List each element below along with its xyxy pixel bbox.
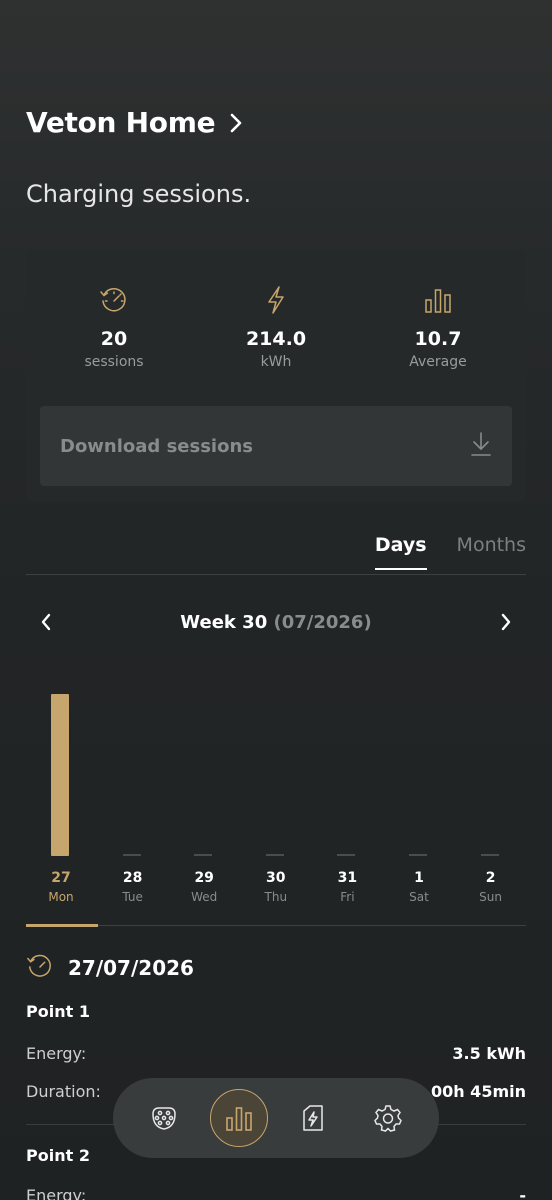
download-sessions-button[interactable]: Download sessions xyxy=(40,406,512,486)
chart-day-column[interactable]: 2 Sun xyxy=(455,660,527,910)
energy-value: - xyxy=(519,1186,526,1200)
history-gauge-icon xyxy=(26,952,54,984)
week-label: Week 30 xyxy=(180,611,268,633)
chart-tick-day-name: Mon xyxy=(48,890,74,904)
previous-week-button[interactable] xyxy=(26,604,66,640)
chart-day-column[interactable]: 31 Fri xyxy=(311,660,383,910)
chart-tick-day-name: Sat xyxy=(409,890,429,904)
chart-tick-day-name: Wed xyxy=(191,890,218,904)
energy-value: 3.5 kWh xyxy=(452,1044,526,1063)
detail-row-energy: Energy: 3.5 kWh xyxy=(26,1044,526,1063)
next-week-button[interactable] xyxy=(486,604,526,640)
chart-tick-day-number: 1 xyxy=(414,870,424,886)
nav-settings[interactable] xyxy=(359,1089,417,1147)
chart-bar-empty xyxy=(194,854,213,856)
session-date-row: 27/07/2026 xyxy=(26,952,194,984)
energy-value: 214.0 xyxy=(245,328,307,350)
chart-tick-day-name: Sun xyxy=(479,890,502,904)
chart-tick-day-name: Tue xyxy=(122,890,143,904)
chart-tick-day-number: 30 xyxy=(266,870,286,886)
bottom-navigation xyxy=(113,1078,439,1158)
stat-energy: 214.0 kWh xyxy=(206,284,346,370)
bar-chart-icon xyxy=(368,284,508,316)
average-value: 10.7 xyxy=(414,328,462,350)
chart-tick-day-number: 27 xyxy=(51,870,71,886)
chart-day-column[interactable]: 29 Wed xyxy=(168,660,240,910)
session-date: 27/07/2026 xyxy=(68,956,194,980)
daily-energy-chart: 27 Mon 28 Tue 29 Wed 30 Thu 31 Fri 1 Sat 2 Sun xyxy=(0,660,552,910)
tabs-divider xyxy=(26,574,526,575)
stats-card: 20 sessions 214.0 kWh 10.7 Average Downl… xyxy=(26,250,526,502)
tab-months[interactable]: Months xyxy=(457,534,526,570)
site-title[interactable]: Veton Home xyxy=(26,106,216,139)
chart-bar-empty xyxy=(122,854,141,856)
download-sessions-label: Download sessions xyxy=(60,435,253,457)
chart-tick-day-number: 29 xyxy=(194,870,214,886)
download-icon xyxy=(470,431,492,461)
chart-bar[interactable] xyxy=(51,694,69,856)
bar-chart-icon xyxy=(225,1107,252,1131)
detail-row-energy: Energy: - xyxy=(26,1186,526,1200)
charging-station-icon xyxy=(303,1105,323,1131)
charger-connector-icon xyxy=(152,1107,177,1130)
nav-statistics[interactable] xyxy=(209,1089,268,1147)
chart-day-column[interactable]: 28 Tue xyxy=(97,660,169,910)
chart-tick-day-number: 28 xyxy=(122,870,143,886)
chart-day-column[interactable]: 27 Mon xyxy=(25,660,97,910)
selected-day-indicator xyxy=(26,924,98,927)
gear-icon xyxy=(373,1105,402,1132)
point-title: Point 1 xyxy=(26,1002,90,1021)
energy-label: kWh xyxy=(260,354,292,370)
duration-value: 00h 45min xyxy=(430,1082,526,1101)
sessions-label: sessions xyxy=(84,354,144,370)
history-gauge-icon xyxy=(44,284,184,316)
stat-average: 10.7 Average xyxy=(368,284,508,370)
energy-key: Energy: xyxy=(26,1044,87,1063)
sessions-value: 20 xyxy=(100,328,128,350)
chevron-left-icon xyxy=(41,613,51,631)
chart-day-column[interactable]: 1 Sat xyxy=(383,660,455,910)
chart-tick-day-number: 2 xyxy=(485,870,496,886)
point-title: Point 2 xyxy=(26,1146,90,1165)
lightning-icon xyxy=(206,284,346,316)
week-range: (07/2026) xyxy=(273,611,372,633)
chart-bar-empty xyxy=(265,854,284,856)
week-navigator: Week 30 (07/2026) xyxy=(26,604,526,640)
chevron-right-icon[interactable] xyxy=(229,113,243,133)
chart-bar-empty xyxy=(480,854,499,856)
chart-tick-day-number: 31 xyxy=(337,870,358,886)
period-tabs: Days Months xyxy=(374,534,526,570)
page-subtitle: Charging sessions. xyxy=(26,180,252,208)
site-header[interactable]: Veton Home xyxy=(26,106,243,139)
chart-bar-empty xyxy=(337,854,356,856)
chevron-right-icon xyxy=(501,613,511,631)
chart-divider xyxy=(26,925,526,926)
energy-key: Energy: xyxy=(26,1186,87,1200)
stat-sessions: 20 sessions xyxy=(44,284,184,370)
chart-day-column[interactable]: 30 Thu xyxy=(240,660,312,910)
nav-charging-station[interactable] xyxy=(284,1089,342,1147)
tab-days[interactable]: Days xyxy=(374,534,427,570)
chart-tick-day-name: Fri xyxy=(340,890,355,904)
duration-key: Duration: xyxy=(26,1082,101,1101)
chart-tick-day-name: Thu xyxy=(264,890,288,904)
week-title: Week 30 (07/2026) xyxy=(180,612,371,633)
average-label: Average xyxy=(409,354,467,370)
nav-chargers[interactable] xyxy=(135,1089,193,1147)
chart-bar-empty xyxy=(409,854,427,856)
